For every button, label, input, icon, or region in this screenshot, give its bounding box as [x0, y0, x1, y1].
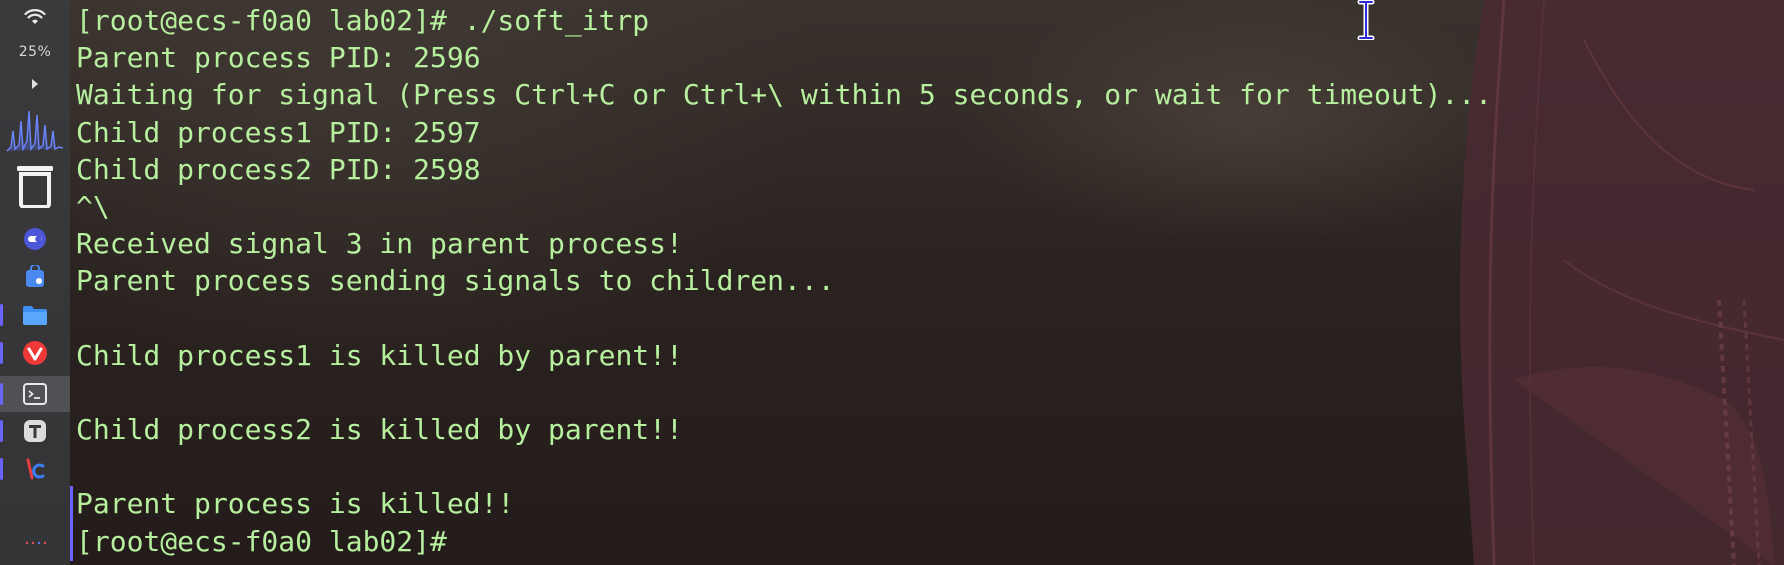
wifi-icon[interactable]	[0, 4, 70, 30]
text-cursor-icon	[1356, 0, 1376, 45]
terminal-line: ^\	[76, 189, 110, 223]
dock: 25%	[0, 0, 70, 565]
terminal-line: Parent process PID: 2596	[76, 41, 481, 75]
text-editor-app-icon[interactable]	[0, 416, 70, 446]
desktop: 25% [root@ecs-f0a0 lab02]# ./soft_itrp P…	[0, 0, 1784, 565]
terminal-line: Received signal 3 in parent process!	[76, 227, 683, 261]
files-app-icon[interactable]	[0, 300, 70, 330]
cpu-graph[interactable]	[0, 100, 70, 154]
ide-app-icon[interactable]	[0, 454, 70, 484]
expand-arrow-icon[interactable]	[0, 74, 70, 94]
battery-percentage: 25%	[18, 44, 52, 60]
terminal-window[interactable]: [root@ecs-f0a0 lab02]# ./soft_itrp Parent…	[70, 0, 1784, 565]
terminal-line: Parent process sending signals to childr…	[76, 264, 835, 298]
scroll-position-indicator[interactable]	[70, 486, 73, 561]
terminal-line: Child process2 PID: 2598	[76, 152, 481, 186]
terminal-line: Child process1 PID: 2597	[76, 115, 481, 149]
terminal-line: Waiting for signal (Press Ctrl+C or Ctrl…	[76, 78, 1493, 112]
trash-icon[interactable]	[0, 160, 70, 210]
dock-dots	[0, 536, 70, 550]
terminal-prompt[interactable]: [root@ecs-f0a0 lab02]#	[76, 523, 1492, 560]
terminal-line: [root@ecs-f0a0 lab02]# ./soft_itrp	[76, 4, 650, 37]
terminal-app-icon[interactable]	[0, 378, 70, 410]
terminal-output[interactable]: [root@ecs-f0a0 lab02]# ./soft_itrp Parent…	[76, 2, 1492, 560]
terminal-line: Child process1 is killed by parent!!	[76, 338, 683, 372]
toggle-app-icon[interactable]	[0, 224, 70, 254]
battery-status[interactable]: 25%	[0, 40, 70, 64]
vivaldi-app-icon[interactable]	[0, 338, 70, 368]
terminal-line: Parent process is killed!!	[76, 487, 515, 521]
terminal-line: Child process2 is killed by parent!!	[76, 413, 683, 447]
store-app-icon[interactable]	[0, 262, 70, 292]
